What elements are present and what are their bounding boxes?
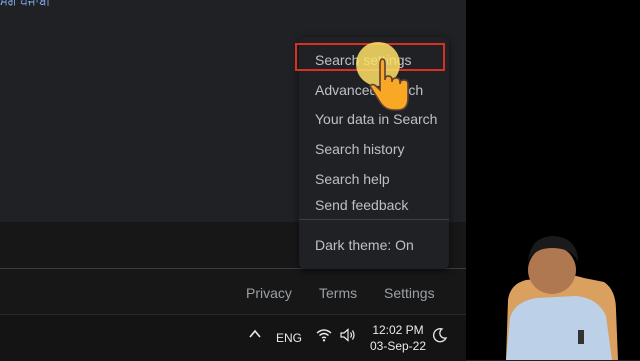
language-link-partial[interactable]: ਮੰਗ	[0, 0, 16, 8]
taskbar-clock[interactable]: 12:02 PM 03-Sep-22	[366, 322, 430, 354]
clock-date: 03-Sep-22	[369, 339, 427, 353]
footer-settings-link[interactable]: Settings	[384, 285, 435, 301]
speaker-icon[interactable]	[340, 328, 356, 345]
page-footer: Privacy Terms Settings	[0, 268, 466, 315]
language-indicator[interactable]: ENG	[276, 331, 302, 345]
menu-item-search-help[interactable]: Search help	[315, 171, 390, 187]
footer-privacy-link[interactable]: Privacy	[246, 285, 292, 301]
language-strip: ਮੰਗ ਪੰਜਾਬੀ	[0, 0, 50, 9]
chevron-up-icon[interactable]	[248, 327, 262, 344]
menu-item-send-feedback[interactable]: Send feedback	[315, 197, 408, 213]
wifi-icon[interactable]	[316, 328, 332, 345]
menu-item-search-history[interactable]: Search history	[315, 141, 404, 157]
footer-terms-link[interactable]: Terms	[319, 285, 357, 301]
browser-window: ਮੰਗ ਪੰਜਾਬੀ Privacy Terms Settings ENG 12…	[0, 0, 466, 361]
clock-time: 12:02 PM	[372, 323, 424, 337]
menu-divider	[299, 219, 449, 220]
taskbar: ENG 12:02 PM 03-Sep-22	[0, 314, 466, 361]
moon-icon[interactable]	[432, 327, 448, 346]
hand-pointer-icon	[352, 42, 414, 118]
language-link-punjabi[interactable]: ਪੰਜਾਬੀ	[20, 0, 50, 8]
webcam-overlay	[466, 0, 640, 360]
menu-item-dark-theme[interactable]: Dark theme: On	[315, 237, 414, 253]
